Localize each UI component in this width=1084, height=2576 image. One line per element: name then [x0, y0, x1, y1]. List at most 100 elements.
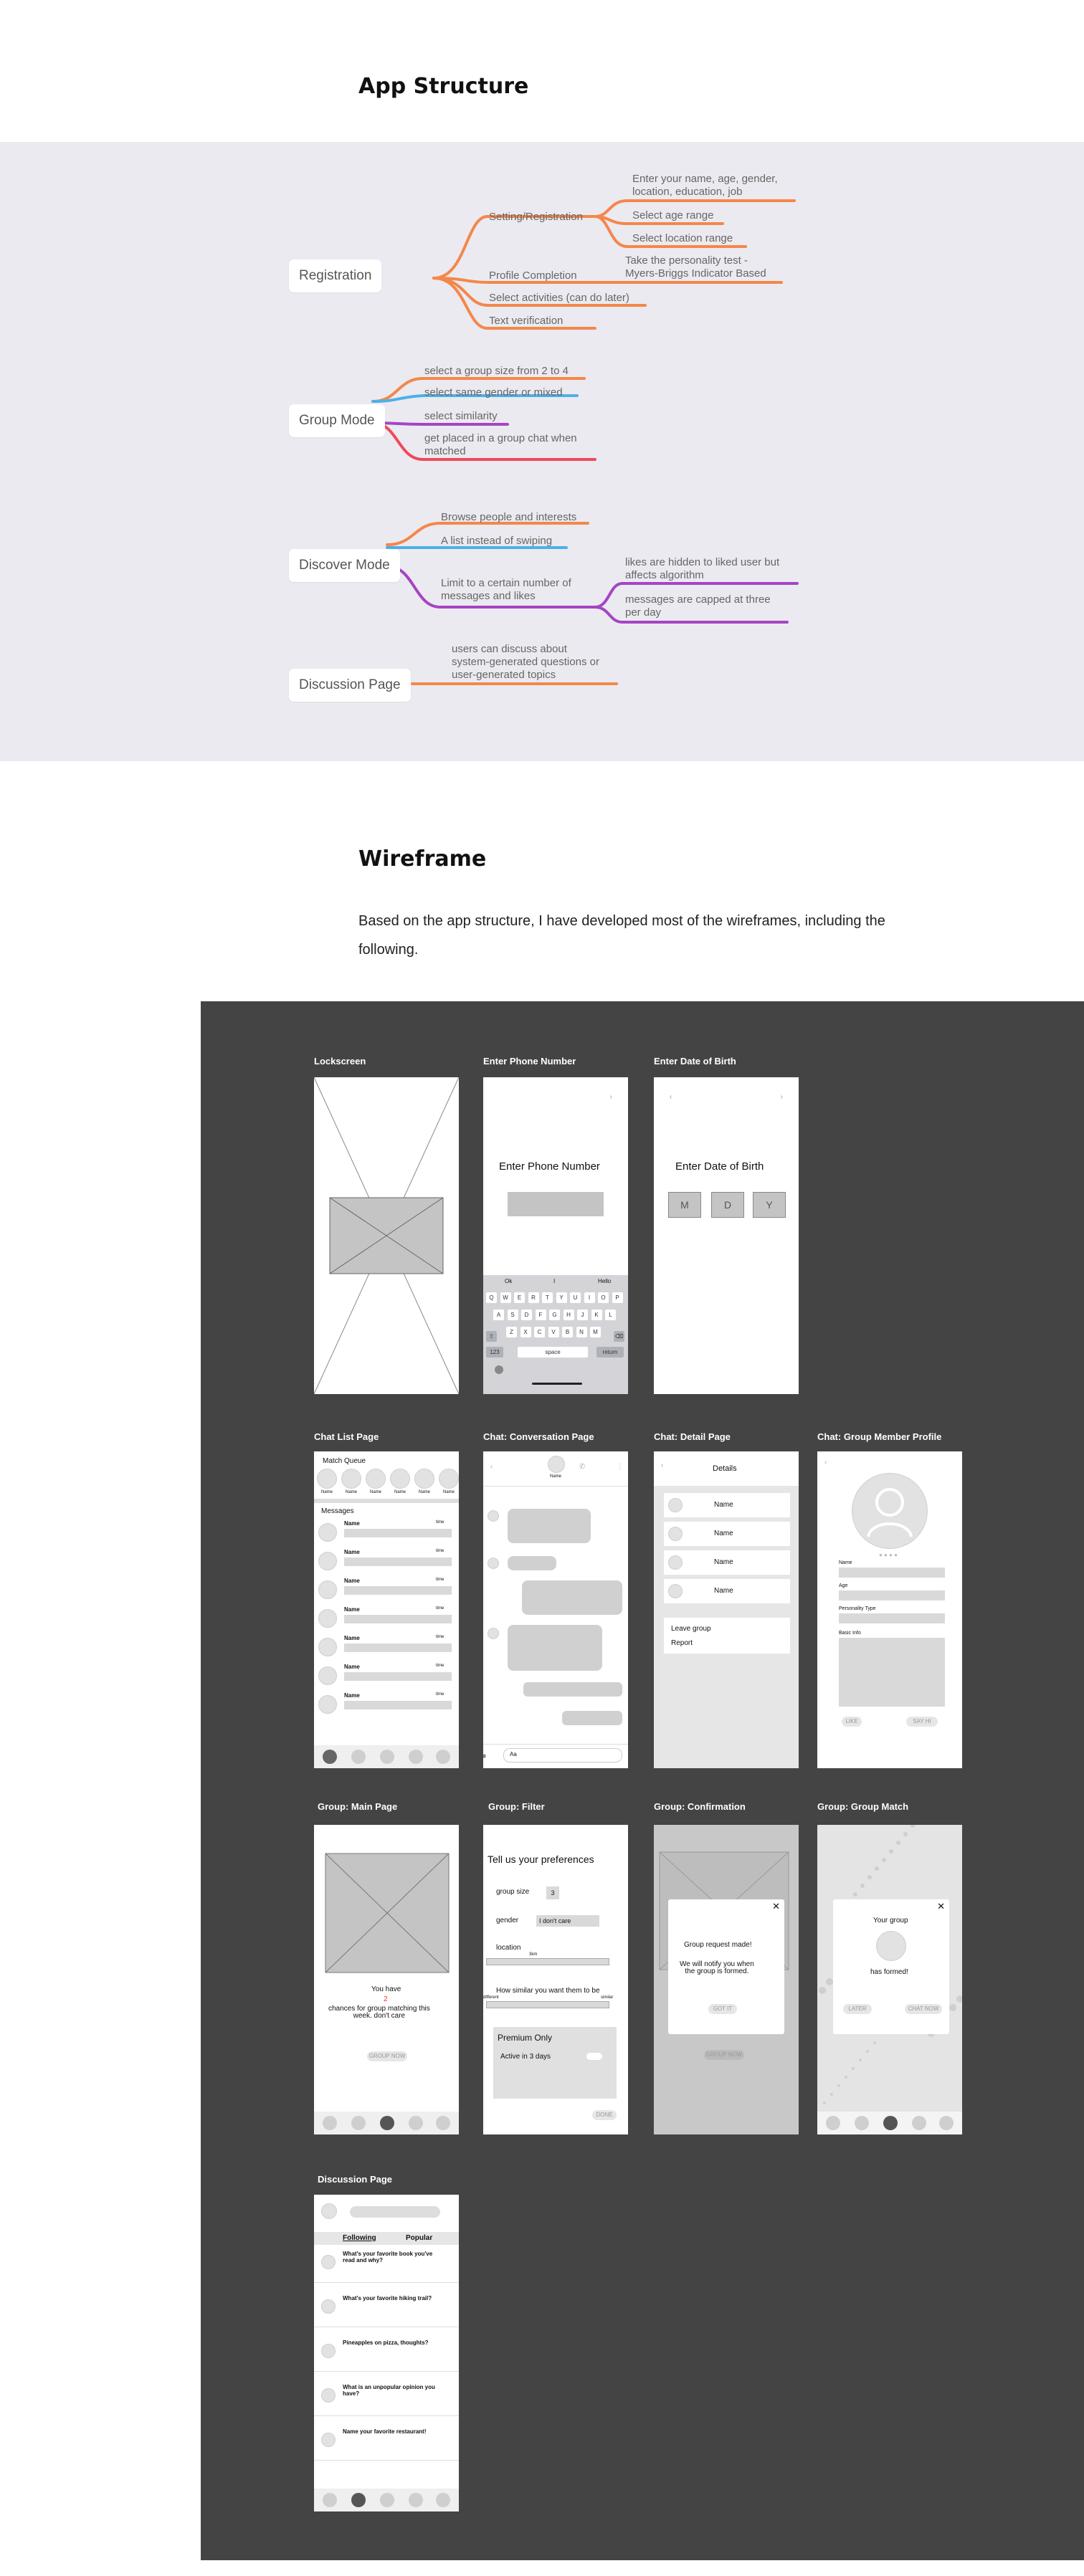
member-row[interactable]: Name — [664, 1579, 790, 1603]
key-l[interactable]: L — [605, 1310, 616, 1320]
location-slider[interactable] — [486, 1958, 609, 1965]
key-c[interactable]: C — [534, 1327, 545, 1337]
shift-key[interactable]: ⇧ — [486, 1331, 497, 1342]
key-a[interactable]: A — [493, 1310, 504, 1320]
profile-icon[interactable] — [436, 2493, 450, 2507]
avatar[interactable] — [318, 1580, 337, 1599]
queue-avatar[interactable] — [317, 1469, 337, 1489]
suggestion[interactable]: Hello — [598, 1278, 611, 1284]
avatar[interactable] — [318, 1666, 337, 1685]
queue-avatar[interactable] — [439, 1469, 459, 1489]
key-d[interactable]: D — [521, 1310, 532, 1320]
discover-icon[interactable] — [351, 1750, 366, 1764]
suggestion[interactable]: Ok — [505, 1278, 512, 1284]
report-link[interactable]: Report — [671, 1639, 693, 1647]
avatar[interactable] — [318, 1695, 337, 1714]
key-h[interactable]: H — [563, 1310, 574, 1320]
similarity-slider[interactable] — [486, 2001, 609, 2008]
phone-input[interactable] — [508, 1192, 604, 1216]
chat-row-preview[interactable] — [344, 1672, 452, 1681]
member-row[interactable]: Name — [664, 1493, 790, 1517]
profile-icon[interactable] — [436, 2116, 450, 2130]
key-f[interactable]: F — [535, 1310, 546, 1320]
active-toggle[interactable] — [586, 2053, 602, 2060]
member-row[interactable]: Name — [664, 1522, 790, 1546]
discover-icon[interactable] — [351, 2493, 366, 2507]
key-z[interactable]: Z — [506, 1327, 517, 1337]
chat-row-preview[interactable] — [344, 1557, 452, 1566]
got-it-button[interactable]: GOT IT — [708, 2004, 737, 2014]
chevron-right-icon[interactable]: › — [610, 1093, 612, 1101]
queue-avatar[interactable] — [414, 1469, 434, 1489]
key-i[interactable]: I — [584, 1292, 595, 1303]
numbers-key[interactable]: 123 — [486, 1347, 503, 1358]
month-field[interactable]: M — [668, 1192, 701, 1218]
post-title[interactable]: Name your favorite restaurant! — [343, 2428, 426, 2435]
chat-now-button[interactable]: CHAT NOW — [905, 2004, 942, 2014]
discussion-icon[interactable] — [409, 1750, 423, 1764]
key-b[interactable]: B — [562, 1327, 573, 1337]
chat-row-preview[interactable] — [344, 1644, 452, 1652]
avatar[interactable] — [321, 2433, 336, 2447]
chevron-right-icon[interactable]: › — [781, 1093, 783, 1101]
close-icon[interactable]: ✕ — [772, 1901, 780, 1912]
camera-icon[interactable]: ■ — [483, 1752, 486, 1760]
profile-icon[interactable] — [939, 2116, 954, 2130]
key-w[interactable]: W — [500, 1292, 511, 1303]
group-icon[interactable] — [883, 2116, 898, 2130]
back-icon[interactable]: ‹ — [490, 1463, 493, 1471]
discussion-icon[interactable] — [409, 2116, 423, 2130]
post-title[interactable]: What is an unpopular opinion you have? — [343, 2384, 435, 2397]
avatar[interactable] — [321, 2344, 336, 2358]
chat-row-preview[interactable] — [344, 1529, 452, 1537]
say-hi-button[interactable]: SAY HI — [906, 1717, 938, 1727]
post-title[interactable]: What's your favorite hiking trail? — [343, 2295, 432, 2301]
queue-avatar[interactable] — [366, 1469, 386, 1489]
avatar[interactable] — [548, 1456, 565, 1473]
member-row[interactable]: Name — [664, 1550, 790, 1575]
delete-key[interactable]: ⌫ — [614, 1331, 624, 1342]
chat-row-preview[interactable] — [344, 1701, 452, 1709]
group-now-button[interactable]: GROUP NOW — [367, 2051, 407, 2061]
gender-select[interactable]: I don't care — [536, 1915, 599, 1927]
close-icon[interactable]: ✕ — [937, 1901, 945, 1912]
chat-row-preview[interactable] — [344, 1615, 452, 1623]
back-icon[interactable]: ‹ — [824, 1459, 827, 1466]
avatar[interactable] — [318, 1638, 337, 1656]
post-title[interactable]: What's your favorite book you've read an… — [343, 2251, 432, 2263]
tab-popular[interactable]: Popular — [406, 2234, 432, 2242]
key-s[interactable]: S — [507, 1310, 518, 1320]
avatar[interactable] — [321, 2255, 336, 2269]
chat-icon[interactable] — [323, 2493, 337, 2507]
search-input[interactable] — [350, 2206, 440, 2218]
chat-icon[interactable] — [323, 1750, 337, 1764]
discover-icon[interactable] — [855, 2116, 869, 2130]
key-y[interactable]: Y — [556, 1292, 567, 1303]
year-field[interactable]: Y — [753, 1192, 786, 1218]
discover-icon[interactable] — [351, 2116, 366, 2130]
key-x[interactable]: X — [520, 1327, 531, 1337]
group-icon[interactable] — [380, 1750, 394, 1764]
phone-icon[interactable]: ✆ — [579, 1463, 585, 1471]
day-field[interactable]: D — [711, 1192, 744, 1218]
key-e[interactable]: E — [514, 1292, 525, 1303]
discussion-icon[interactable] — [912, 2116, 926, 2130]
leave-group[interactable]: Leave group — [671, 1625, 711, 1633]
avatar[interactable] — [321, 2388, 336, 2403]
avatar[interactable] — [318, 1552, 337, 1570]
key-q[interactable]: Q — [486, 1292, 497, 1303]
group-icon[interactable] — [380, 2493, 394, 2507]
key-o[interactable]: O — [598, 1292, 609, 1303]
queue-avatar[interactable] — [341, 1469, 361, 1489]
queue-avatar[interactable] — [390, 1469, 410, 1489]
discussion-icon[interactable] — [409, 2493, 423, 2507]
key-n[interactable]: N — [576, 1327, 587, 1337]
like-button[interactable]: LIKE — [842, 1717, 862, 1727]
key-r[interactable]: R — [528, 1292, 539, 1303]
group-icon[interactable] — [380, 2116, 394, 2130]
chevron-left-icon[interactable]: ‹ — [670, 1093, 672, 1101]
group-size-field[interactable]: 3 — [546, 1886, 559, 1899]
suggestion[interactable]: I — [553, 1278, 555, 1284]
post-title[interactable]: Pineapples on pizza, thoughts? — [343, 2339, 429, 2346]
tab-following[interactable]: Following — [343, 2234, 376, 2242]
